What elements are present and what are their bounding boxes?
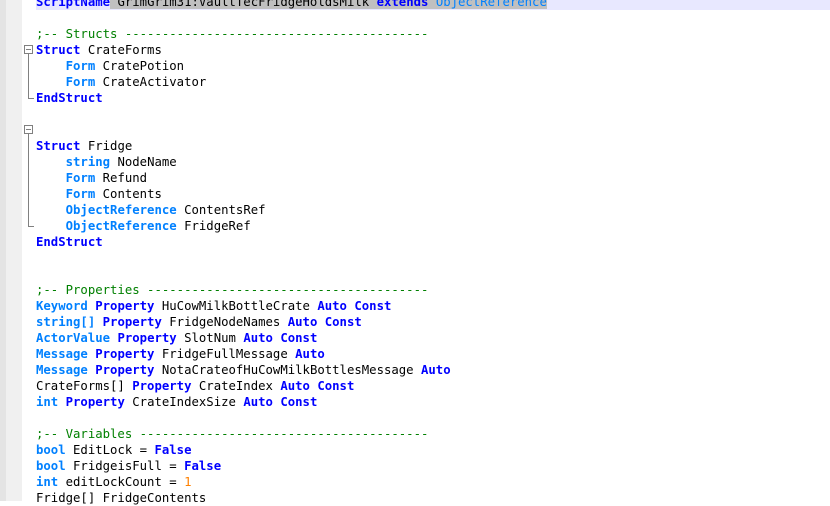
field-name: Contents <box>95 187 162 201</box>
code-line-property: CrateForms[] Property CrateIndex Auto Co… <box>36 378 830 394</box>
code-line-struct: Struct CrateForms <box>36 42 830 58</box>
fold-toggle-struct-crateforms[interactable] <box>24 45 33 54</box>
struct-name: Fridge <box>80 139 133 153</box>
keyword: Property <box>117 331 177 345</box>
value: False <box>154 443 192 457</box>
code-line-endstruct: EndStruct <box>36 91 103 105</box>
type: ActorValue <box>36 331 111 345</box>
code-line-field: ObjectReference FridgeRef <box>36 218 830 234</box>
keyword: Auto <box>421 363 451 377</box>
type: bool <box>36 443 66 457</box>
keyword: Auto Const <box>287 315 362 329</box>
code-line-comment: ;-- Properties -------------------------… <box>36 283 429 297</box>
variable-name: FridgeisFull = <box>65 459 185 473</box>
type: string <box>65 155 111 169</box>
code-line-variable: bool EditLock = False <box>36 442 830 458</box>
variable-name: editLockCount = <box>58 475 185 489</box>
type: bool <box>36 459 66 473</box>
property-name: CrateIndexSize <box>124 395 244 409</box>
type: Form <box>65 75 96 89</box>
keyword: Property <box>95 347 155 361</box>
keyword: Auto Const <box>243 395 318 409</box>
code-line-scriptname: ScriptName GrimGrim31:VaultTecFridgeHold… <box>36 0 830 10</box>
keyword: Struct <box>36 139 81 153</box>
type: int <box>36 475 59 489</box>
keyword: Property <box>95 299 155 313</box>
script-name: GrimGrim31:VaultTecFridgeHoldsMilk <box>110 0 377 9</box>
fold-toggle-struct-fridge[interactable] <box>24 125 33 134</box>
property-name: CrateIndex <box>191 379 281 393</box>
fold-guide <box>28 54 29 98</box>
type: Form <box>65 171 96 185</box>
code-line-struct: Struct Fridge <box>36 138 830 154</box>
property-name: NotaCrateofHuCowMilkBottlesMessage <box>154 363 421 377</box>
struct-name: CrateForms <box>80 43 162 57</box>
type: ObjectReference <box>65 203 177 217</box>
keyword: ScriptName <box>36 0 111 9</box>
keyword: Property <box>132 379 192 393</box>
property-name: FridgeNodeNames <box>161 315 288 329</box>
type: string[] <box>36 315 96 329</box>
field-name: ContentsRef <box>176 203 266 217</box>
type: Message <box>36 347 88 361</box>
type: Keyword <box>36 299 88 313</box>
code-line-comment: ;-- Structs ----------------------------… <box>36 27 429 41</box>
type: ObjectReference <box>435 0 547 9</box>
fold-guide <box>28 134 29 226</box>
type: CrateForms[] <box>36 379 133 393</box>
code-line-comment: ;-- Variables --------------------------… <box>36 427 429 441</box>
code-line-field: string NodeName <box>36 154 830 170</box>
keyword: Property <box>65 395 125 409</box>
field-name: NodeName <box>110 155 177 169</box>
keyword: Auto Const <box>243 331 318 345</box>
field-name: Refund <box>95 171 148 185</box>
variable-name: EditLock = <box>65 443 155 457</box>
type: ObjectReference <box>65 219 177 233</box>
code-line-endstruct: EndStruct <box>36 235 103 249</box>
type: Form <box>65 187 96 201</box>
code-line-property: ActorValue Property SlotNum Auto Const <box>36 330 830 346</box>
code-line-variable: int editLockCount = 1 <box>36 474 830 490</box>
property-name: FridgeFullMessage <box>154 347 296 361</box>
field-name: CratePotion <box>95 59 185 73</box>
code-editor[interactable]: ScriptName GrimGrim31:VaultTecFridgeHold… <box>36 0 830 506</box>
code-line-property: Keyword Property HuCowMilkBottleCrate Au… <box>36 298 830 314</box>
keyword: extends <box>376 0 429 9</box>
property-name: HuCowMilkBottleCrate <box>154 299 318 313</box>
code-line-variable: Fridge[] FridgeContents <box>36 491 207 505</box>
code-line-variable: bool FridgeisFull = False <box>36 458 830 474</box>
code-line-field: Form CrateActivator <box>36 74 830 90</box>
fold-end-marker <box>28 226 34 227</box>
field-name: CrateActivator <box>95 75 207 89</box>
code-line-field: Form Contents <box>36 186 830 202</box>
line-number-margin <box>0 0 6 501</box>
field-name: FridgeRef <box>176 219 251 233</box>
keyword: Struct <box>36 43 81 57</box>
code-line-property: int Property CrateIndexSize Auto Const <box>36 394 830 410</box>
keyword: Property <box>102 315 162 329</box>
keyword: Auto <box>295 347 325 361</box>
type: Form <box>65 59 96 73</box>
code-line-property: string[] Property FridgeNodeNames Auto C… <box>36 314 830 330</box>
keyword: Auto Const <box>280 379 355 393</box>
keyword: Property <box>95 363 155 377</box>
value: False <box>184 459 222 473</box>
type: int <box>36 395 59 409</box>
code-line-field: Form CratePotion <box>36 58 830 74</box>
keyword: Auto Const <box>317 299 392 313</box>
type: Message <box>36 363 88 377</box>
code-line-field: ObjectReference ContentsRef <box>36 202 830 218</box>
code-line-field: Form Refund <box>36 170 830 186</box>
fold-end-marker <box>28 98 34 99</box>
code-line-property: Message Property FridgeFullMessage Auto <box>36 346 830 362</box>
property-name: SlotNum <box>176 331 244 345</box>
code-line-property: Message Property NotaCrateofHuCowMilkBot… <box>36 362 830 378</box>
value: 1 <box>184 475 192 489</box>
